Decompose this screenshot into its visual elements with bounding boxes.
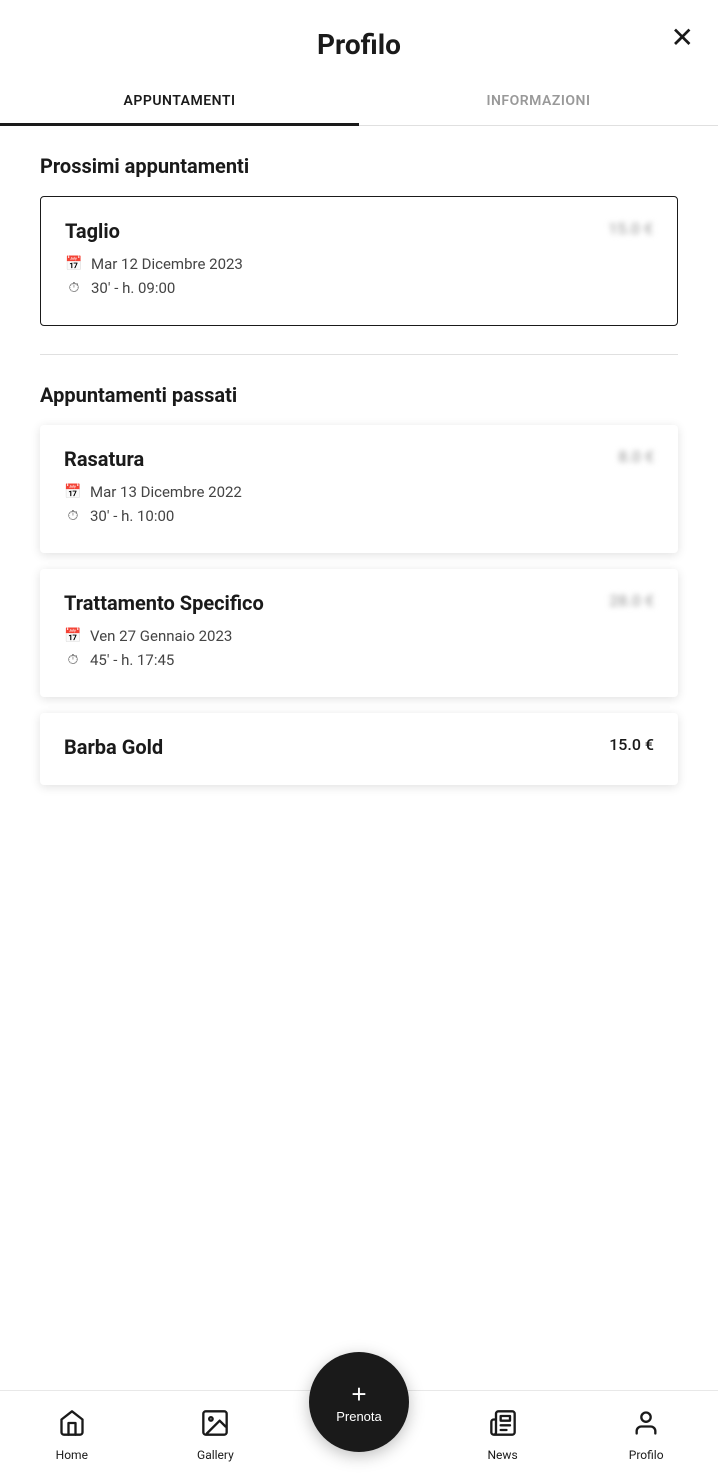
card-header-barba: Barba Gold 15.0 € (64, 735, 654, 759)
nav-gallery[interactable]: Gallery (144, 1409, 288, 1462)
past-card-trattamento[interactable]: Trattamento Specifico 28.0 € 📅 Ven 27 Ge… (40, 569, 678, 697)
appointment-date-trattamento: 📅 Ven 27 Gennaio 2023 (64, 627, 654, 645)
appointment-name-barba: Barba Gold (64, 735, 163, 759)
clock-icon-rasatura: ⏱ (64, 508, 82, 524)
appointment-name-trattamento: Trattamento Specifico (64, 591, 264, 615)
nav-home[interactable]: Home (0, 1409, 144, 1462)
news-label: News (488, 1448, 518, 1462)
past-title: Appuntamenti passati (40, 383, 678, 407)
gallery-icon (201, 1409, 229, 1444)
calendar-icon-rasatura: 📅 (64, 484, 82, 500)
card-header-rasatura: Rasatura 8.0 € (64, 447, 654, 471)
content: Prossimi appuntamenti Taglio 15.0 € 📅 Ma… (0, 126, 718, 945)
appointment-price-rasatura: 8.0 € (618, 447, 654, 466)
appointment-price-trattamento: 28.0 € (609, 591, 654, 610)
appointment-date-rasatura: 📅 Mar 13 Dicembre 2022 (64, 483, 654, 501)
close-button[interactable]: ✕ (671, 24, 694, 52)
upcoming-title: Prossimi appuntamenti (40, 154, 678, 178)
home-label: Home (56, 1448, 88, 1462)
card-header-trattamento: Trattamento Specifico 28.0 € (64, 591, 654, 615)
appointment-date: 📅 Mar 12 Dicembre 2023 (65, 255, 653, 273)
appointment-name-rasatura: Rasatura (64, 447, 144, 471)
past-card-barba[interactable]: Barba Gold 15.0 € (40, 713, 678, 785)
home-icon (58, 1409, 86, 1444)
appointment-time: ⏱ 30' - h. 09:00 (65, 279, 653, 297)
profilo-label: Profilo (629, 1448, 664, 1462)
appointment-time-rasatura: ⏱ 30' - h. 10:00 (64, 507, 654, 525)
appointment-time-trattamento: ⏱ 45' - h. 17:45 (64, 651, 654, 669)
fab-plus-icon: + (351, 1381, 366, 1407)
profilo-icon (632, 1409, 660, 1444)
gallery-label: Gallery (197, 1448, 234, 1462)
section-divider (40, 354, 678, 355)
nav-profilo[interactable]: Profilo (574, 1409, 718, 1462)
calendar-icon-trattamento: 📅 (64, 628, 82, 644)
tab-informazioni[interactable]: INFORMAZIONI (359, 77, 718, 125)
card-header: Taglio 15.0 € (65, 219, 653, 243)
past-card-rasatura[interactable]: Rasatura 8.0 € 📅 Mar 13 Dicembre 2022 ⏱ … (40, 425, 678, 553)
prenota-fab[interactable]: + Prenota (309, 1352, 409, 1452)
fab-label: Prenota (336, 1409, 382, 1424)
header: Profilo ✕ (0, 0, 718, 77)
tab-appuntamenti[interactable]: APPUNTAMENTI (0, 77, 359, 125)
appointment-name: Taglio (65, 219, 120, 243)
clock-icon: ⏱ (65, 280, 83, 296)
clock-icon-trattamento: ⏱ (64, 652, 82, 668)
upcoming-card-taglio[interactable]: Taglio 15.0 € 📅 Mar 12 Dicembre 2023 ⏱ 3… (40, 196, 678, 326)
tabs: APPUNTAMENTI INFORMAZIONI (0, 77, 718, 126)
calendar-icon: 📅 (65, 256, 83, 272)
page-title: Profilo (317, 28, 401, 61)
upcoming-section: Prossimi appuntamenti Taglio 15.0 € 📅 Ma… (40, 154, 678, 326)
past-section: Appuntamenti passati Rasatura 8.0 € 📅 Ma… (40, 383, 678, 785)
news-icon (489, 1409, 517, 1444)
appointment-price-barba: 15.0 € (609, 735, 654, 754)
nav-news[interactable]: News (431, 1409, 575, 1462)
appointment-price: 15.0 € (608, 219, 653, 238)
